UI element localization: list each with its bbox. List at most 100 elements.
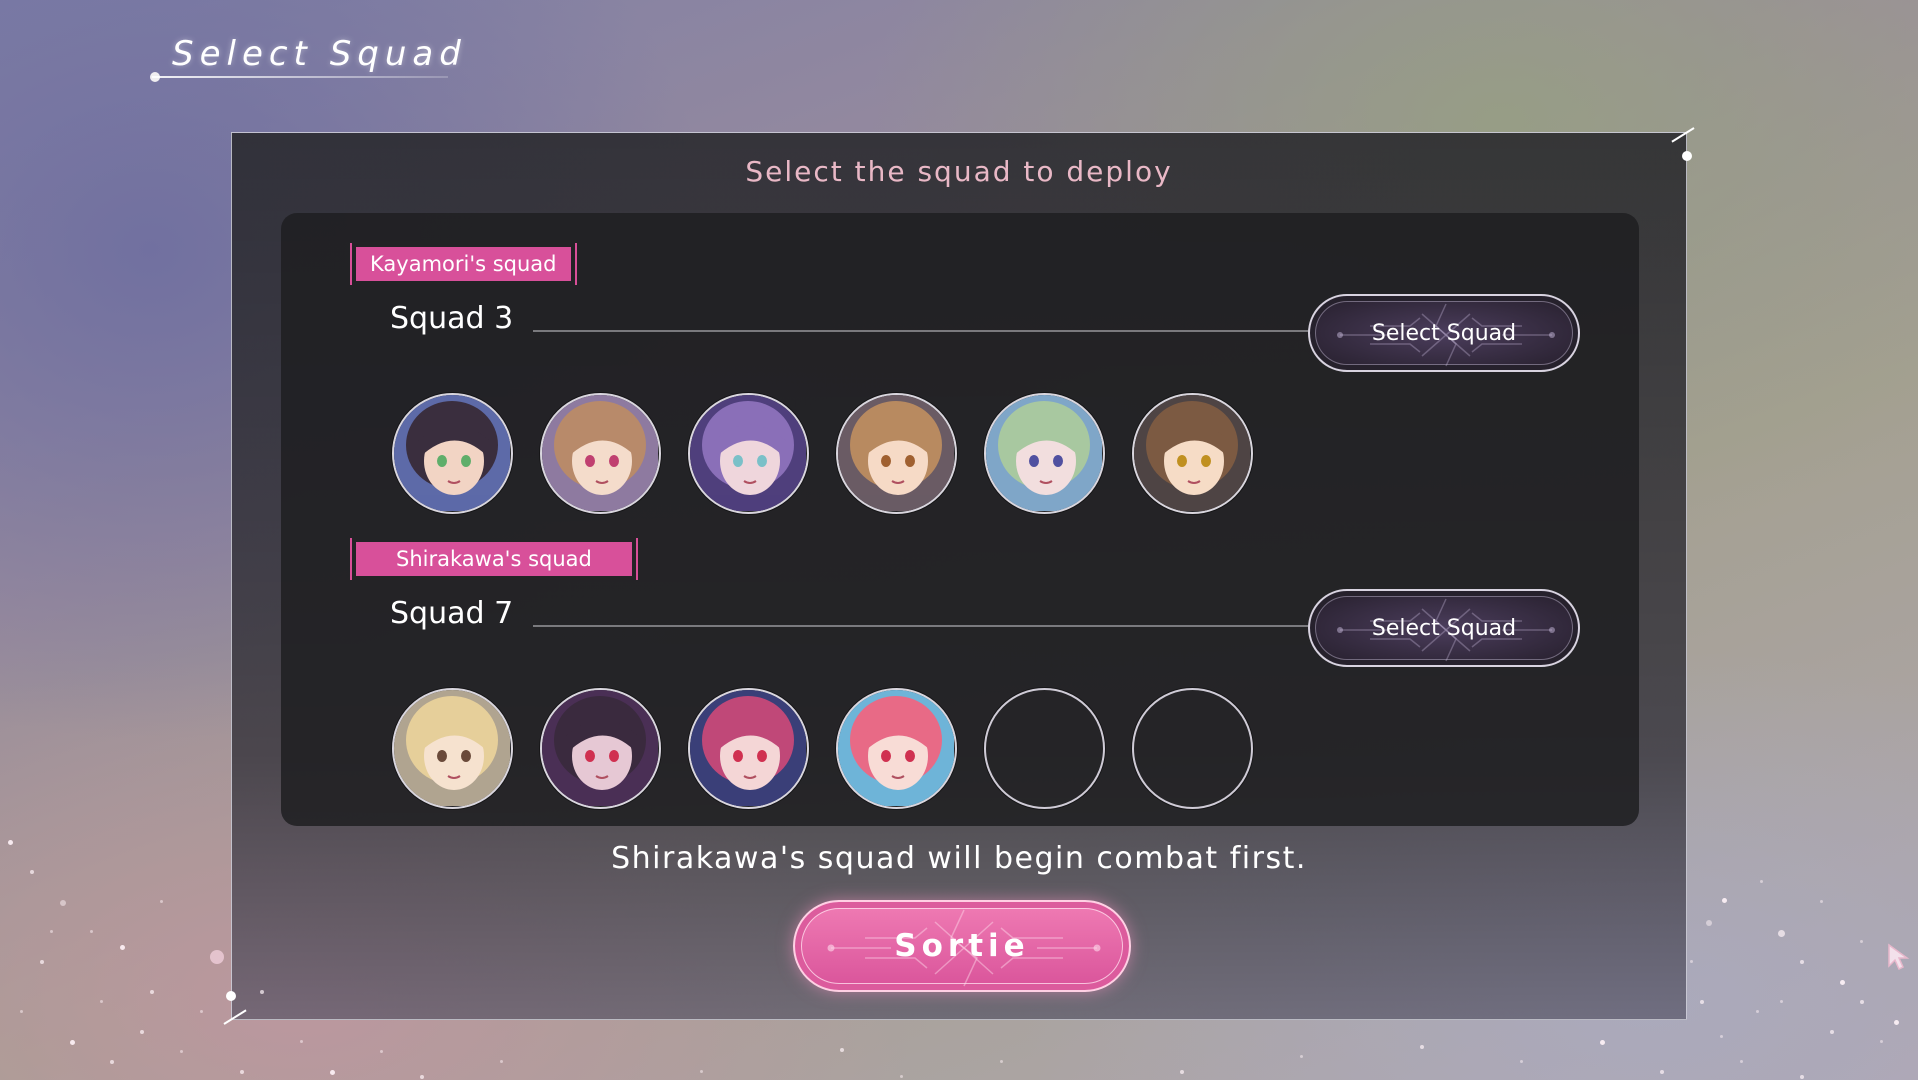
sparkle-particle — [420, 1075, 424, 1079]
sparkle-particle — [1706, 920, 1712, 926]
sparkle-particle — [1800, 1075, 1804, 1079]
squad-name: Squad 7 — [390, 596, 514, 631]
sparkle-particle — [1520, 1060, 1523, 1063]
sparkle-particle — [840, 1048, 844, 1052]
sparkle-particle — [1690, 960, 1693, 963]
divider-line — [533, 330, 1323, 332]
character-portrait-icon — [542, 395, 658, 511]
member-avatar[interactable] — [688, 688, 809, 809]
title-underline — [152, 76, 448, 78]
member-avatar[interactable] — [836, 393, 957, 514]
page-title: Select Squad — [172, 34, 467, 74]
member-avatar[interactable] — [688, 393, 809, 514]
character-portrait-icon — [1134, 395, 1250, 511]
sparkle-particle — [1830, 1030, 1834, 1034]
sparkle-particle — [1800, 960, 1804, 964]
divider-line — [533, 625, 1323, 627]
member-avatar[interactable] — [392, 393, 513, 514]
squad-list: Kayamori's squad Squad 3 Select Squad Sh… — [281, 213, 1639, 826]
member-avatar[interactable] — [540, 688, 661, 809]
squad-select-panel: Select the squad to deploy Kayamori's sq… — [223, 127, 1695, 1025]
member-avatars — [392, 688, 1253, 809]
member-avatar[interactable] — [392, 688, 513, 809]
character-portrait-icon — [690, 690, 806, 806]
sparkle-particle — [1420, 1045, 1424, 1049]
sparkle-particle — [150, 990, 154, 994]
member-avatar[interactable] — [984, 393, 1105, 514]
sparkle-particle — [380, 1050, 383, 1053]
sortie-button[interactable]: Sortie — [793, 900, 1131, 992]
sparkle-particle — [30, 870, 34, 874]
sparkle-particle — [140, 1030, 144, 1034]
sparkle-particle — [180, 1050, 183, 1053]
sparkle-particle — [1600, 1040, 1605, 1045]
sparkle-particle — [70, 1040, 75, 1045]
combat-order-notice: Shirakawa's squad will begin combat firs… — [611, 841, 1307, 876]
sparkle-particle — [1300, 1055, 1303, 1058]
squad-owner-label: Shirakawa's squad — [356, 542, 632, 576]
sparkle-particle — [1820, 900, 1823, 903]
sparkle-particle — [210, 950, 224, 964]
sparkle-particle — [120, 945, 125, 950]
sparkle-particle — [1780, 1000, 1783, 1003]
sparkle-particle — [1894, 1020, 1899, 1025]
select-squad-button[interactable]: Select Squad — [1308, 589, 1580, 667]
sparkle-particle — [1880, 1040, 1883, 1043]
member-avatar[interactable] — [836, 688, 957, 809]
squad-owner-tag: Shirakawa's squad — [350, 538, 638, 580]
sparkle-particle — [90, 930, 93, 933]
sparkle-particle — [200, 1010, 203, 1013]
sparkle-particle — [1840, 980, 1845, 985]
sparkle-particle — [300, 1040, 303, 1043]
sparkle-particle — [1860, 940, 1863, 943]
select-squad-button[interactable]: Select Squad — [1308, 294, 1580, 372]
character-portrait-icon — [394, 395, 510, 511]
character-portrait-icon — [838, 395, 954, 511]
sparkle-particle — [260, 990, 264, 994]
character-portrait-icon — [838, 690, 954, 806]
sparkle-particle — [1722, 898, 1727, 903]
character-portrait-icon — [690, 395, 806, 511]
sparkle-particle — [1760, 880, 1763, 883]
sparkle-particle — [500, 1060, 503, 1063]
sparkle-particle — [700, 1070, 703, 1073]
sparkle-particle — [1180, 1070, 1184, 1074]
empty-slot[interactable] — [1132, 688, 1253, 809]
squad-owner-label: Kayamori's squad — [356, 247, 571, 281]
character-portrait-icon — [986, 395, 1102, 511]
corner-dot — [226, 991, 236, 1001]
sparkle-particle — [160, 900, 163, 903]
sparkle-particle — [8, 840, 13, 845]
character-portrait-icon — [542, 690, 658, 806]
squad-row: Kayamori's squad Squad 3 Select Squad — [281, 243, 1639, 533]
squad-owner-tag: Kayamori's squad — [350, 243, 577, 285]
sparkle-particle — [1660, 1070, 1664, 1074]
sparkle-particle — [60, 900, 66, 906]
member-avatar[interactable] — [540, 393, 661, 514]
sparkle-particle — [40, 960, 44, 964]
sparkle-particle — [50, 930, 53, 933]
sparkle-particle — [900, 1075, 903, 1078]
sparkle-particle — [1778, 930, 1785, 937]
sparkle-particle — [1000, 1060, 1003, 1063]
select-squad-label: Select Squad — [1371, 320, 1517, 346]
sparkle-particle — [1700, 1000, 1704, 1004]
corner-decoration — [1671, 127, 1695, 143]
character-portrait-icon — [394, 690, 510, 806]
sortie-label: Sortie — [894, 928, 1030, 964]
squad-name: Squad 3 — [390, 301, 514, 336]
corner-decoration — [223, 1009, 247, 1025]
cursor-arrow-icon — [1888, 943, 1910, 971]
squad-row: Shirakawa's squad Squad 7 Select Squad — [281, 538, 1639, 828]
sparkle-particle — [20, 1010, 23, 1013]
sparkle-particle — [100, 1000, 103, 1003]
sparkle-particle — [1740, 1060, 1743, 1063]
sparkle-particle — [1756, 1010, 1759, 1013]
member-avatars — [392, 393, 1253, 514]
empty-slot[interactable] — [984, 688, 1105, 809]
member-avatar[interactable] — [1132, 393, 1253, 514]
sparkle-particle — [240, 1070, 244, 1074]
sparkle-particle — [110, 1060, 114, 1064]
sparkle-particle — [1860, 1000, 1864, 1004]
sparkle-particle — [1720, 1035, 1723, 1038]
